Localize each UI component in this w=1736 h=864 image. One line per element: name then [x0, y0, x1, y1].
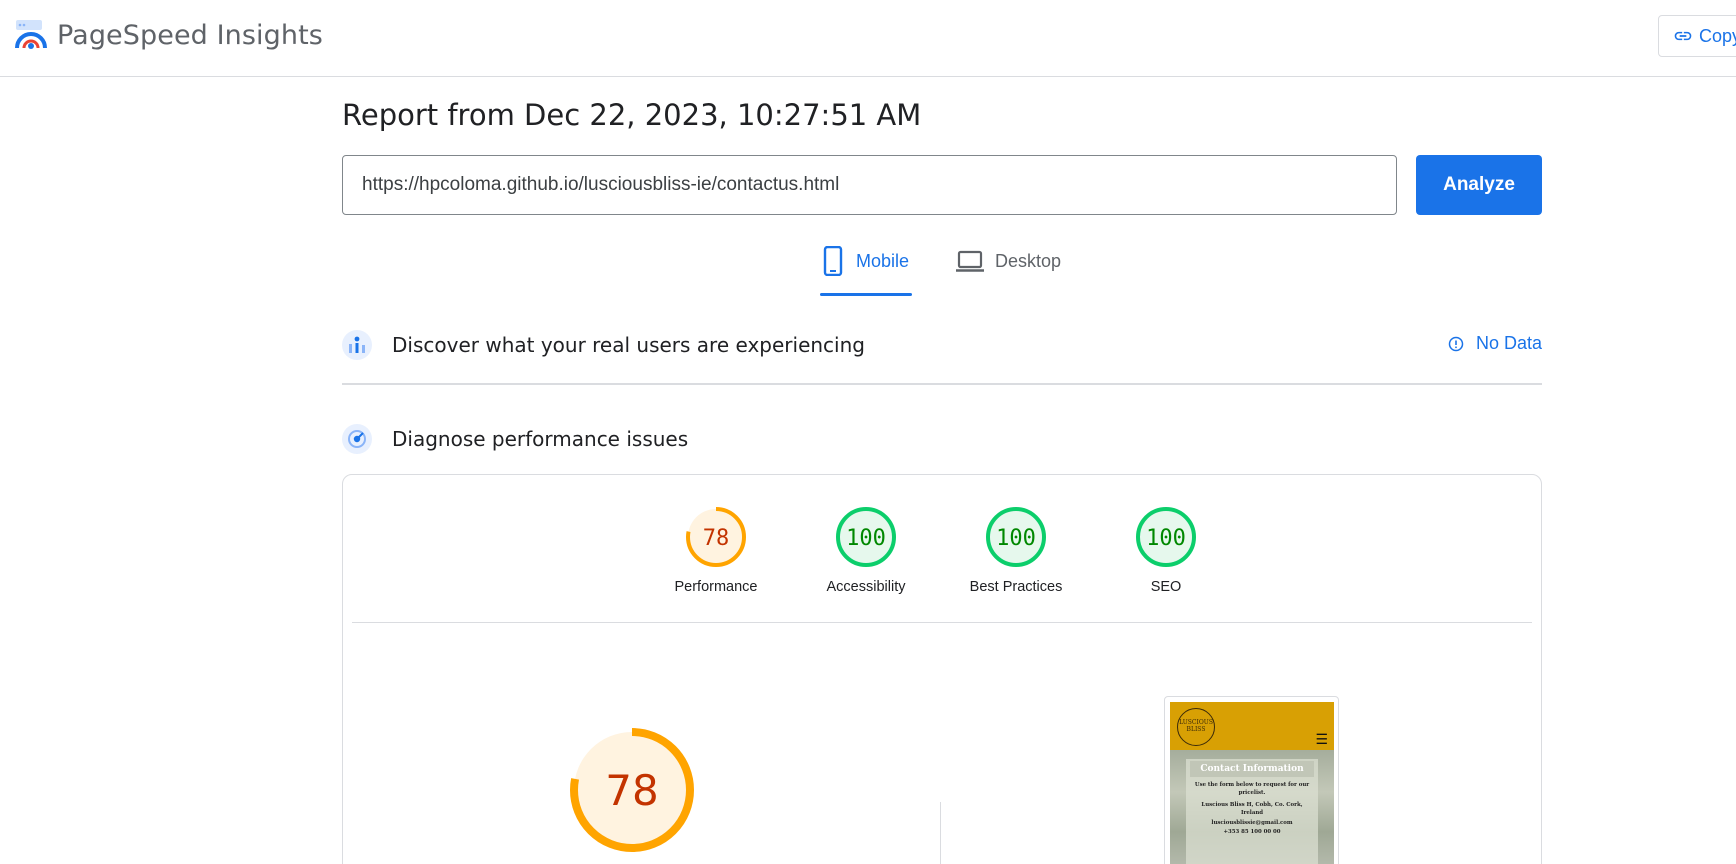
smartphone-icon: [823, 246, 843, 276]
tab-selected-indicator: [820, 293, 912, 296]
performance-score-value: 78: [605, 766, 658, 815]
real-users-title: Discover what your real users are experi…: [392, 333, 865, 357]
gauge-value: 78: [703, 526, 730, 551]
top-bar: PageSpeed Insights Copy link: [0, 0, 1736, 77]
gauge-label: Accessibility: [826, 579, 906, 595]
gauge-value: 100: [1146, 526, 1186, 551]
section-divider: [342, 383, 1542, 385]
score-card: [342, 474, 1542, 864]
screenshot-content: LUSCIOUS BLISS ☰ Contact Information Use…: [1170, 702, 1334, 864]
contact-info-box: Contact Information Use the form below t…: [1186, 759, 1318, 864]
no-data-status[interactable]: No Data: [1448, 333, 1542, 354]
score-gauge-performance[interactable]: 78 Performance: [656, 505, 776, 595]
link-icon: [1674, 31, 1692, 41]
lab-diagnostics-icon: [342, 424, 372, 454]
info-icon: [1448, 336, 1464, 351]
diagnose-section: Diagnose performance issues: [342, 424, 1542, 454]
contact-email: lusciousblissie@gmail.com: [1211, 820, 1293, 827]
gauge-ring: 100: [986, 507, 1046, 567]
url-input[interactable]: [342, 155, 1397, 215]
contact-heading: Contact Information: [1190, 761, 1314, 777]
card-divider: [352, 622, 1532, 623]
laptop-icon: [956, 250, 984, 272]
score-gauge-accessibility[interactable]: 100 Accessibility: [806, 505, 926, 595]
vertical-divider: [940, 802, 941, 864]
tab-mobile[interactable]: Mobile: [820, 246, 912, 297]
analyze-button[interactable]: Analyze: [1416, 155, 1542, 215]
gauge-label: Best Practices: [969, 579, 1063, 595]
gauge-label: SEO: [1150, 579, 1182, 595]
real-users-section: Discover what your real users are experi…: [342, 330, 1542, 360]
site-logo: LUSCIOUS BLISS: [1177, 708, 1215, 746]
gauge-ring: 100: [1136, 507, 1196, 567]
tab-mobile-label: Mobile: [856, 251, 910, 271]
gauge-value: 100: [996, 526, 1036, 551]
gauge-value: 100: [846, 526, 886, 551]
performance-score-gauge: 78: [568, 726, 696, 854]
report-title: Report from Dec 22, 2023, 10:27:51 AM: [342, 98, 922, 132]
brand[interactable]: PageSpeed Insights: [14, 18, 323, 52]
contact-intro: Use the form below to request for our pr…: [1194, 782, 1310, 797]
pagespeed-logo-icon: [15, 20, 47, 49]
gauge-ring: 78: [686, 507, 746, 567]
diagnose-title: Diagnose performance issues: [392, 427, 689, 451]
tab-desktop[interactable]: Desktop: [955, 249, 1061, 297]
app-name: PageSpeed Insights: [57, 19, 323, 51]
copy-link-label: Copy link: [1699, 25, 1736, 46]
hamburger-menu-icon: ☰: [1315, 731, 1328, 747]
score-gauge-best-practices[interactable]: 100 Best Practices: [956, 505, 1076, 595]
gauge-ring: 100: [836, 507, 896, 567]
tab-desktop-label: Desktop: [995, 251, 1062, 271]
contact-address: Luscious Bliss H, Cobh, Co. Cork, Irelan…: [1201, 802, 1303, 817]
field-data-icon: [342, 330, 372, 360]
contact-phone: +353 85 100 00 00: [1223, 828, 1281, 835]
site-logo-line2: BLISS: [1186, 726, 1206, 733]
score-gauge-seo[interactable]: 100 SEO: [1106, 505, 1226, 595]
page-screenshot: LUSCIOUS BLISS ☰ Contact Information Use…: [1164, 696, 1339, 864]
copy-link-button[interactable]: Copy link: [1658, 15, 1736, 57]
gauge-label: Performance: [674, 579, 758, 595]
no-data-label: No Data: [1475, 333, 1542, 353]
